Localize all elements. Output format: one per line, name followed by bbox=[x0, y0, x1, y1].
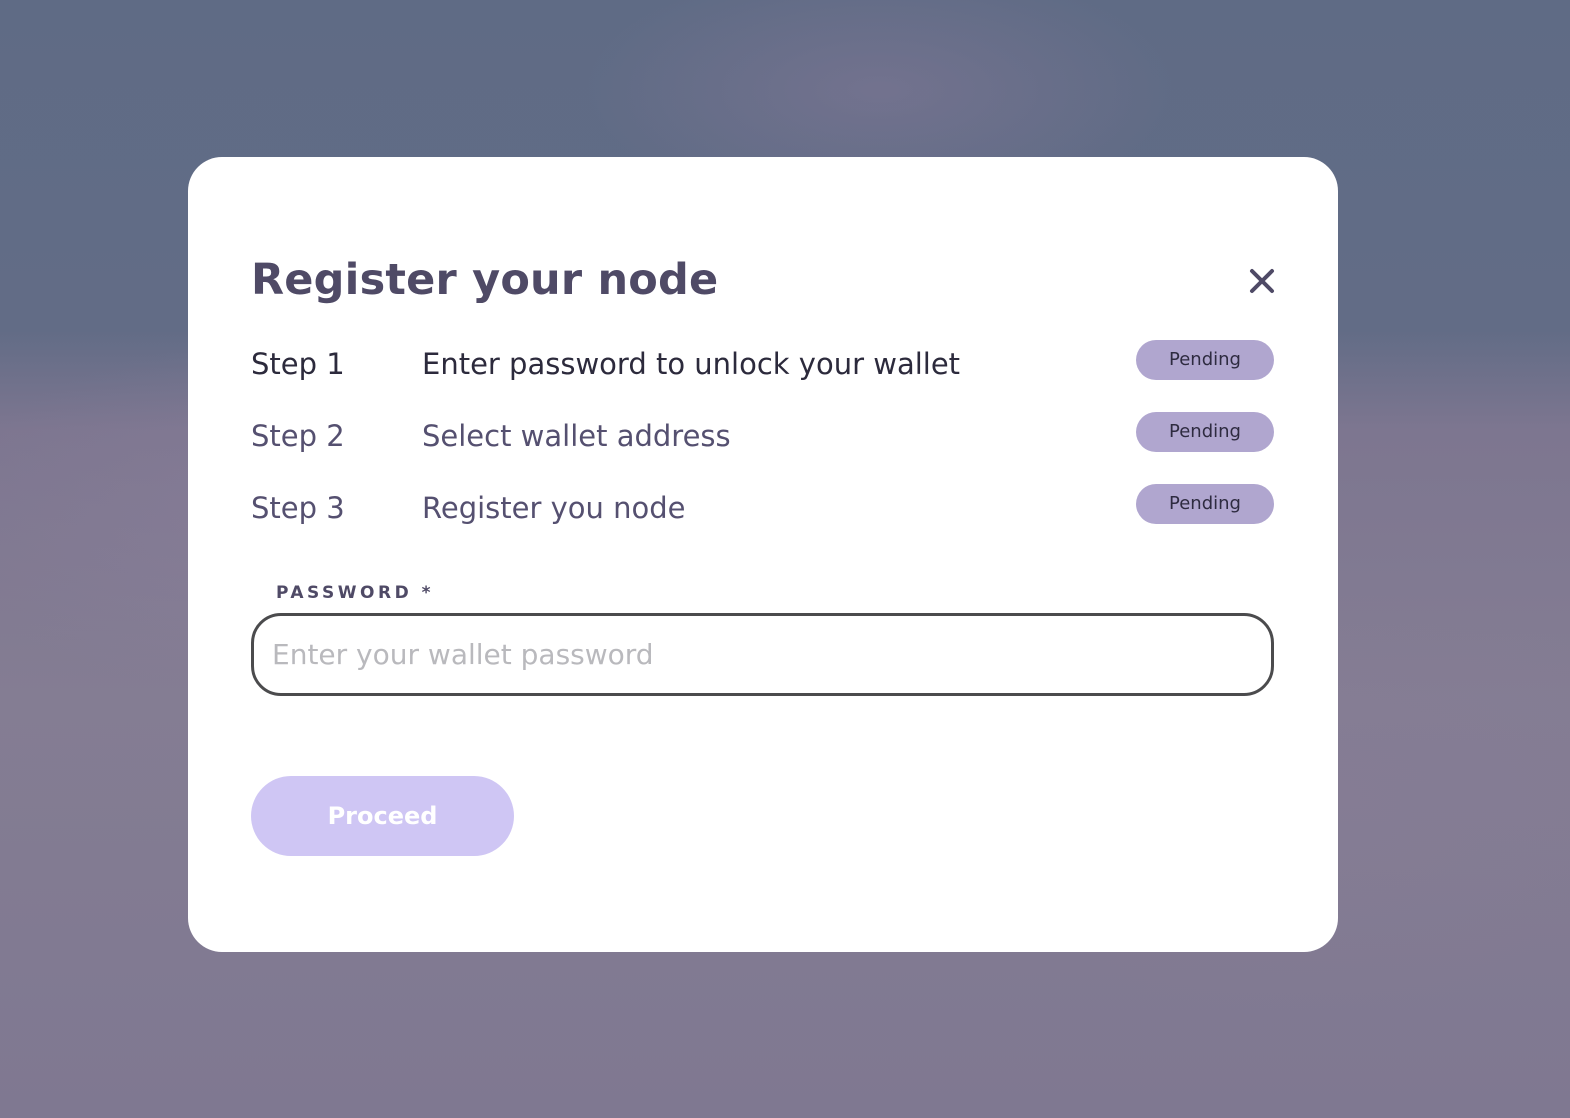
step-number: Step 2 bbox=[251, 419, 345, 453]
close-icon bbox=[1250, 269, 1274, 293]
close-button[interactable] bbox=[1242, 261, 1282, 301]
step-row-2: Step 2 Select wallet address Pending bbox=[251, 412, 1274, 453]
status-badge: Pending bbox=[1136, 484, 1274, 524]
steps-list: Step 1 Enter password to unlock your wal… bbox=[251, 340, 1274, 556]
step-row-3: Step 3 Register you node Pending bbox=[251, 484, 1274, 525]
register-node-modal: Register your node Step 1 Enter password… bbox=[188, 157, 1338, 952]
password-label: PASSWORD * bbox=[276, 583, 434, 603]
status-badge: Pending bbox=[1136, 412, 1274, 452]
step-number: Step 1 bbox=[251, 347, 345, 381]
modal-title: Register your node bbox=[251, 255, 719, 305]
step-description: Enter password to unlock your wallet bbox=[422, 347, 961, 381]
step-row-1: Step 1 Enter password to unlock your wal… bbox=[251, 340, 1274, 381]
password-input[interactable] bbox=[251, 613, 1274, 696]
status-badge: Pending bbox=[1136, 340, 1274, 380]
proceed-button[interactable]: Proceed bbox=[251, 776, 514, 856]
step-description: Register you node bbox=[422, 491, 686, 525]
step-description: Select wallet address bbox=[422, 419, 731, 453]
step-number: Step 3 bbox=[251, 491, 345, 525]
